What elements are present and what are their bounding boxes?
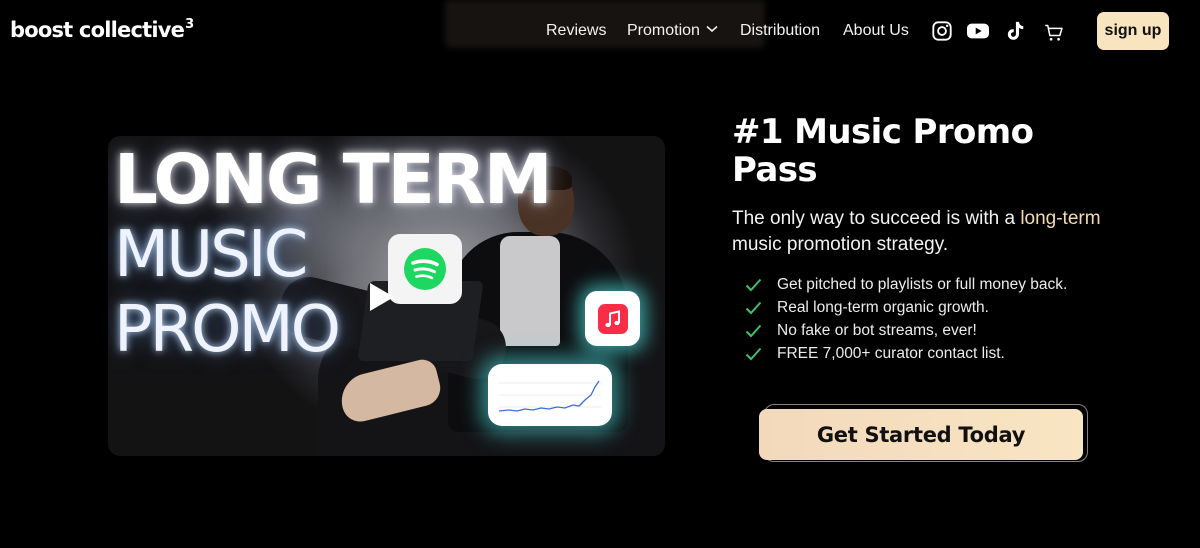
promo-video[interactable]: LONG TERM MUSIC PROMO (108, 136, 665, 456)
hero-subtitle: The only way to succeed is with a long-t… (732, 206, 1112, 258)
video-title-line-2: MUSIC (114, 218, 308, 292)
chevron-down-icon[interactable] (706, 25, 718, 33)
feature-list: Get pitched to playlists or full money b… (745, 273, 1067, 365)
check-icon (745, 324, 762, 337)
growth-chart-tile (488, 364, 612, 426)
hero-subtitle-text: The only way to succeed is with a (732, 208, 1021, 229)
feature-item: Get pitched to playlists or full money b… (745, 273, 1067, 296)
nav-about-us[interactable]: About Us (843, 22, 909, 40)
cart-icon[interactable] (1044, 23, 1064, 43)
brand-logo-mark: 3 (185, 17, 194, 32)
tiktok-icon[interactable] (1004, 20, 1026, 42)
instagram-icon[interactable] (931, 20, 953, 42)
video-title-line-3: PROMO (114, 293, 341, 367)
hero-title: #1 Music Promo Pass (732, 112, 1034, 190)
feature-text: No fake or bot streams, ever! (777, 321, 977, 339)
feature-text: Real long-term organic growth. (777, 298, 989, 316)
spotify-tile (388, 234, 462, 304)
brand-logo[interactable]: boost collective3 (10, 17, 194, 42)
hero-subtitle-tail: music promotion strategy. (732, 234, 949, 255)
nav-promotion[interactable]: Promotion (627, 22, 700, 40)
apple-music-tile (585, 291, 640, 346)
feature-text: Get pitched to playlists or full money b… (777, 275, 1068, 293)
apple-music-icon (597, 303, 628, 334)
feature-text: FREE 7,000+ curator contact list. (777, 344, 1005, 362)
check-icon (745, 301, 762, 314)
nav-reviews[interactable]: Reviews (546, 22, 606, 40)
get-started-button[interactable]: Get Started Today (759, 409, 1083, 460)
brand-logo-text: boost collective (10, 18, 185, 42)
nav-distribution[interactable]: Distribution (740, 22, 820, 40)
hero-subtitle-highlight: long-term (1020, 208, 1101, 229)
growth-chart-graphic (498, 380, 601, 412)
feature-item: Real long-term organic growth. (745, 296, 1067, 319)
check-icon (745, 278, 762, 291)
video-title-line-1: LONG TERM (114, 140, 553, 220)
play-icon[interactable] (366, 281, 396, 313)
spotify-icon (404, 248, 446, 290)
feature-item: FREE 7,000+ curator contact list. (745, 342, 1067, 365)
feature-item: No fake or bot streams, ever! (745, 319, 1067, 342)
person-shirt (500, 236, 560, 346)
check-icon (745, 347, 762, 360)
youtube-icon[interactable] (965, 20, 991, 42)
sign-up-button[interactable]: sign up (1097, 12, 1169, 50)
